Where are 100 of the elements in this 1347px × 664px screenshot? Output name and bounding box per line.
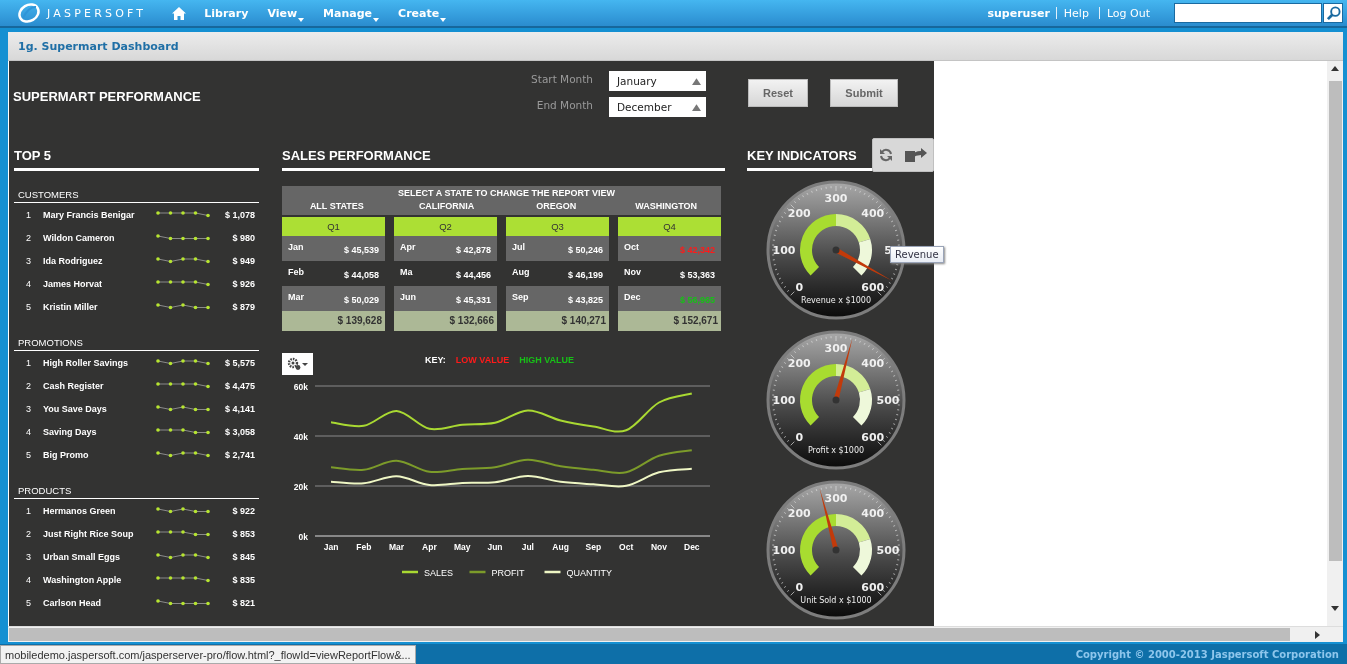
nav-menu-item[interactable]: Library — [204, 6, 249, 20]
amount-value: $ 2,741 — [223, 449, 256, 460]
scroll-right-icon[interactable] — [1315, 630, 1320, 639]
rank-number: 1 — [25, 505, 32, 516]
table-prompt: SELECT A STATE TO CHANGE THE REPORT VIEW — [397, 187, 616, 199]
sparkline-drawing — [155, 380, 211, 391]
rank-number: 2 — [25, 528, 32, 539]
sparkline-drawing — [155, 232, 211, 243]
quarter-header: Q1 — [282, 217, 385, 236]
filter-label: Start Month — [530, 72, 593, 87]
gauge-tick-label: 400 — [861, 207, 885, 221]
nav-link[interactable]: Help — [1063, 6, 1089, 20]
state-link[interactable]: ALL STATES — [282, 199, 392, 213]
gauge-tick-label: 100 — [772, 544, 796, 557]
month-cell-text: Aug — [512, 266, 530, 277]
item-name: Ida Rodriguez — [43, 255, 104, 266]
section-heading: SALES PERFORMANCE — [282, 147, 432, 165]
scrollbar-thumb[interactable] — [1328, 81, 1342, 561]
item-name: You Save Days — [43, 403, 108, 414]
gauge-tick-label: 200 — [787, 507, 811, 521]
sparkline-drawing — [155, 551, 211, 562]
item-name: Big Promo — [43, 449, 90, 460]
nav-menu-item[interactable]: Manage — [323, 6, 380, 20]
sales-value: $ 50,246 — [567, 243, 603, 255]
gauge-tick-label: 500 — [876, 394, 900, 407]
amount-value: $ 879 — [231, 301, 256, 312]
home-icon[interactable] — [172, 6, 187, 20]
search-field[interactable] — [1174, 3, 1322, 23]
nav-menu-item[interactable]: View — [267, 6, 305, 20]
item-name: Cash Register — [43, 380, 105, 391]
scrollbar-thumb[interactable] — [9, 628, 1290, 641]
amount-value: $ 926 — [231, 278, 256, 289]
item-name: Just Right Rice Soup — [43, 528, 135, 539]
item-name: Mary Francis Benigar — [43, 209, 136, 220]
dashboard-title: SUPERMART PERFORMANCE — [13, 89, 202, 104]
sales-value: $ 45,331 — [455, 293, 491, 305]
quarter-total: $ 140,271 — [506, 311, 609, 331]
filter-label: End Month — [535, 98, 593, 113]
state-link[interactable]: WASHINGTON — [611, 199, 721, 213]
axis-label: 20k — [293, 481, 308, 492]
sales-value: $ 43,825 — [567, 293, 603, 305]
rank-number: 5 — [25, 449, 32, 460]
amount-value: $ 949 — [231, 255, 256, 266]
vertical-scrollbar[interactable] — [1327, 61, 1343, 626]
gears-icon — [286, 357, 309, 371]
form-button[interactable]: Reset — [748, 79, 808, 107]
gauge-tick-label: 600 — [861, 580, 885, 594]
item-name: High Roller Savings — [43, 357, 130, 368]
list-title: CUSTOMERS — [17, 189, 80, 201]
section-heading: KEY INDICATORS — [747, 147, 857, 165]
amount-value: $ 4,475 — [223, 380, 256, 391]
sparkline-drawing — [155, 574, 211, 585]
month-cell-text: Jan — [288, 241, 304, 252]
item-name: Hermanos Green — [43, 505, 117, 516]
quarter-header: Q2 — [394, 217, 497, 236]
month-dropdown[interactable]: December — [609, 97, 706, 117]
state-link[interactable]: CALIFORNIA — [391, 199, 502, 213]
amount-value: $ 5,575 — [223, 357, 256, 368]
state-link[interactable]: OREGON — [501, 199, 612, 213]
rank-number: 4 — [25, 574, 32, 585]
sales-value: $ 50,029 — [343, 293, 379, 305]
month-dropdown[interactable]: January — [609, 71, 706, 91]
rank-number: 1 — [25, 357, 32, 368]
sales-value: $ 42,878 — [455, 243, 491, 255]
month-cell-text: Feb — [288, 266, 304, 277]
quarter-total: $ 152,671 — [618, 311, 721, 331]
month-cell-text: Ma — [400, 266, 413, 277]
amount-value: $ 821 — [231, 597, 256, 608]
export-icon[interactable] — [904, 147, 928, 163]
form-button[interactable]: Submit — [830, 79, 898, 107]
scroll-up-icon[interactable] — [1331, 66, 1339, 71]
rank-number: 2 — [25, 232, 32, 243]
nav-link[interactable]: Log Out — [1106, 6, 1150, 20]
amount-value: $ 980 — [231, 232, 256, 243]
tooltip: Revenue — [890, 246, 944, 263]
rank-number: 5 — [25, 301, 32, 312]
month-cell-text: Apr — [400, 241, 416, 252]
quarter-total: $ 139,628 — [282, 311, 385, 331]
chart-options-button[interactable] — [282, 353, 313, 375]
month-cell-text: Jun — [400, 291, 416, 302]
sparkline-drawing — [155, 255, 211, 266]
amount-value: $ 853 — [231, 528, 256, 539]
sales-value: $ 56,965 — [679, 293, 715, 305]
low-value-legend: LOW VALUE — [455, 355, 510, 365]
search-icon — [1325, 5, 1341, 21]
axis-label: 0k — [298, 531, 308, 542]
high-value-legend: HIGH VALUE — [519, 355, 574, 365]
search-button[interactable] — [1323, 3, 1343, 23]
amount-value: $ 845 — [231, 551, 256, 562]
amount-value: $ 922 — [231, 505, 256, 516]
scroll-down-icon[interactable] — [1331, 606, 1339, 611]
legend-item: QUANTITY — [544, 568, 612, 578]
rank-number: 3 — [25, 255, 32, 266]
caret-up-icon — [692, 103, 701, 111]
nav-menu-item[interactable]: Create — [398, 6, 447, 20]
gauge-tick-label: 400 — [861, 507, 885, 521]
horizontal-scrollbar[interactable] — [8, 626, 1343, 642]
legend-item: PROFIT — [469, 568, 525, 578]
refresh-icon[interactable] — [878, 147, 894, 163]
axis-label: Dec — [684, 542, 700, 552]
